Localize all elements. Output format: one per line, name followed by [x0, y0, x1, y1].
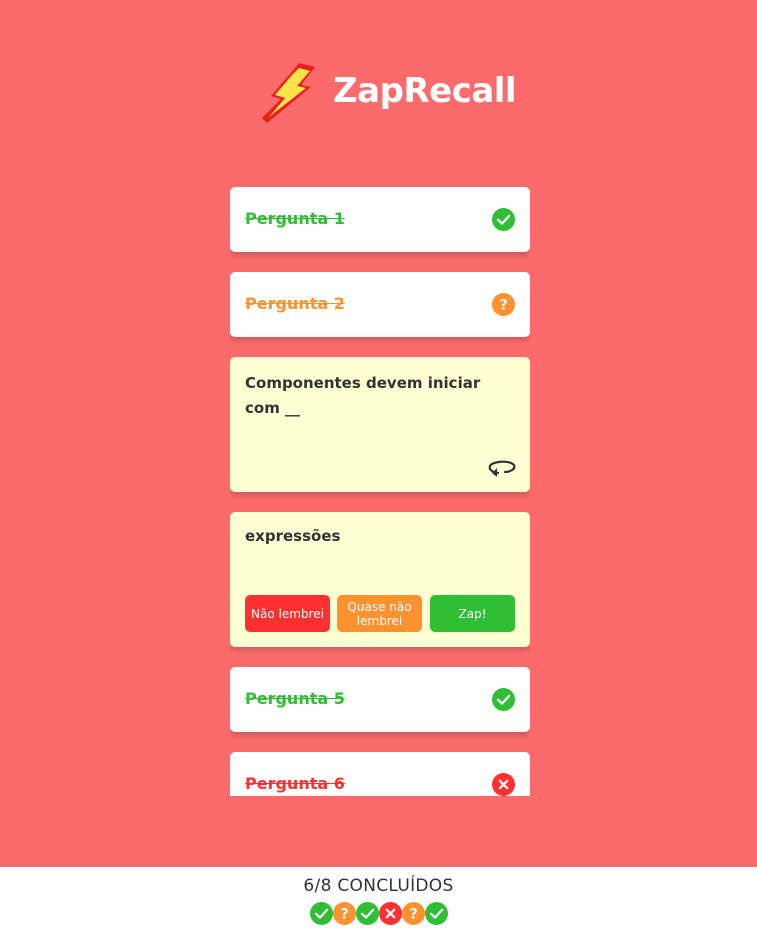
- check-circle-icon: [309, 902, 333, 925]
- answer-card-4: expressões Não lembrei Quase não lembrei…: [230, 512, 530, 647]
- zap-button[interactable]: Zap!: [430, 595, 515, 632]
- progress-counter: 6/8 CONCLUÍDOS: [303, 876, 454, 896]
- question-card-2[interactable]: Pergunta 2 ?: [230, 272, 530, 337]
- lightning-logo-icon: [262, 63, 315, 123]
- forgot-button[interactable]: Não lembrei: [245, 595, 330, 632]
- question-label: Pergunta 5: [245, 689, 345, 708]
- svg-text:?: ?: [499, 298, 507, 314]
- question-card-6[interactable]: Pergunta 6: [230, 752, 530, 796]
- question-circle-icon: ?: [401, 902, 425, 925]
- x-circle-icon: [378, 902, 402, 925]
- x-circle-icon: [492, 773, 515, 796]
- svg-text:?: ?: [340, 907, 348, 923]
- check-circle-icon: [424, 902, 448, 925]
- answer-text: expressões: [245, 527, 341, 545]
- question-card-3[interactable]: Componentes devem iniciar com __: [230, 357, 530, 492]
- header: ZapRecall: [0, 63, 757, 125]
- flip-arrow-icon[interactable]: [488, 458, 516, 478]
- question-label: Pergunta 1: [245, 209, 345, 228]
- check-circle-icon: [492, 688, 515, 711]
- question-text: Componentes devem iniciar com __: [245, 374, 481, 417]
- app-title: ZapRecall: [333, 71, 517, 111]
- question-card-5[interactable]: Pergunta 5: [230, 667, 530, 732]
- question-card-1[interactable]: Pergunta 1: [230, 187, 530, 252]
- check-circle-icon: [355, 902, 379, 925]
- check-circle-icon: [492, 208, 515, 231]
- question-label: Pergunta 2: [245, 294, 345, 313]
- question-circle-icon: ?: [492, 293, 515, 316]
- flashcard-deck[interactable]: Pergunta 1 Pergunta 2 ? Componentes deve…: [230, 187, 530, 796]
- answer-icons-row: ? ?: [0, 902, 757, 925]
- question-circle-icon: ?: [332, 902, 356, 925]
- svg-text:?: ?: [409, 907, 417, 923]
- question-label: Pergunta 6: [245, 774, 345, 793]
- almost-forgot-button[interactable]: Quase não lembrei: [337, 595, 422, 632]
- footer: 6/8 CONCLUÍDOS ? ?: [0, 867, 757, 935]
